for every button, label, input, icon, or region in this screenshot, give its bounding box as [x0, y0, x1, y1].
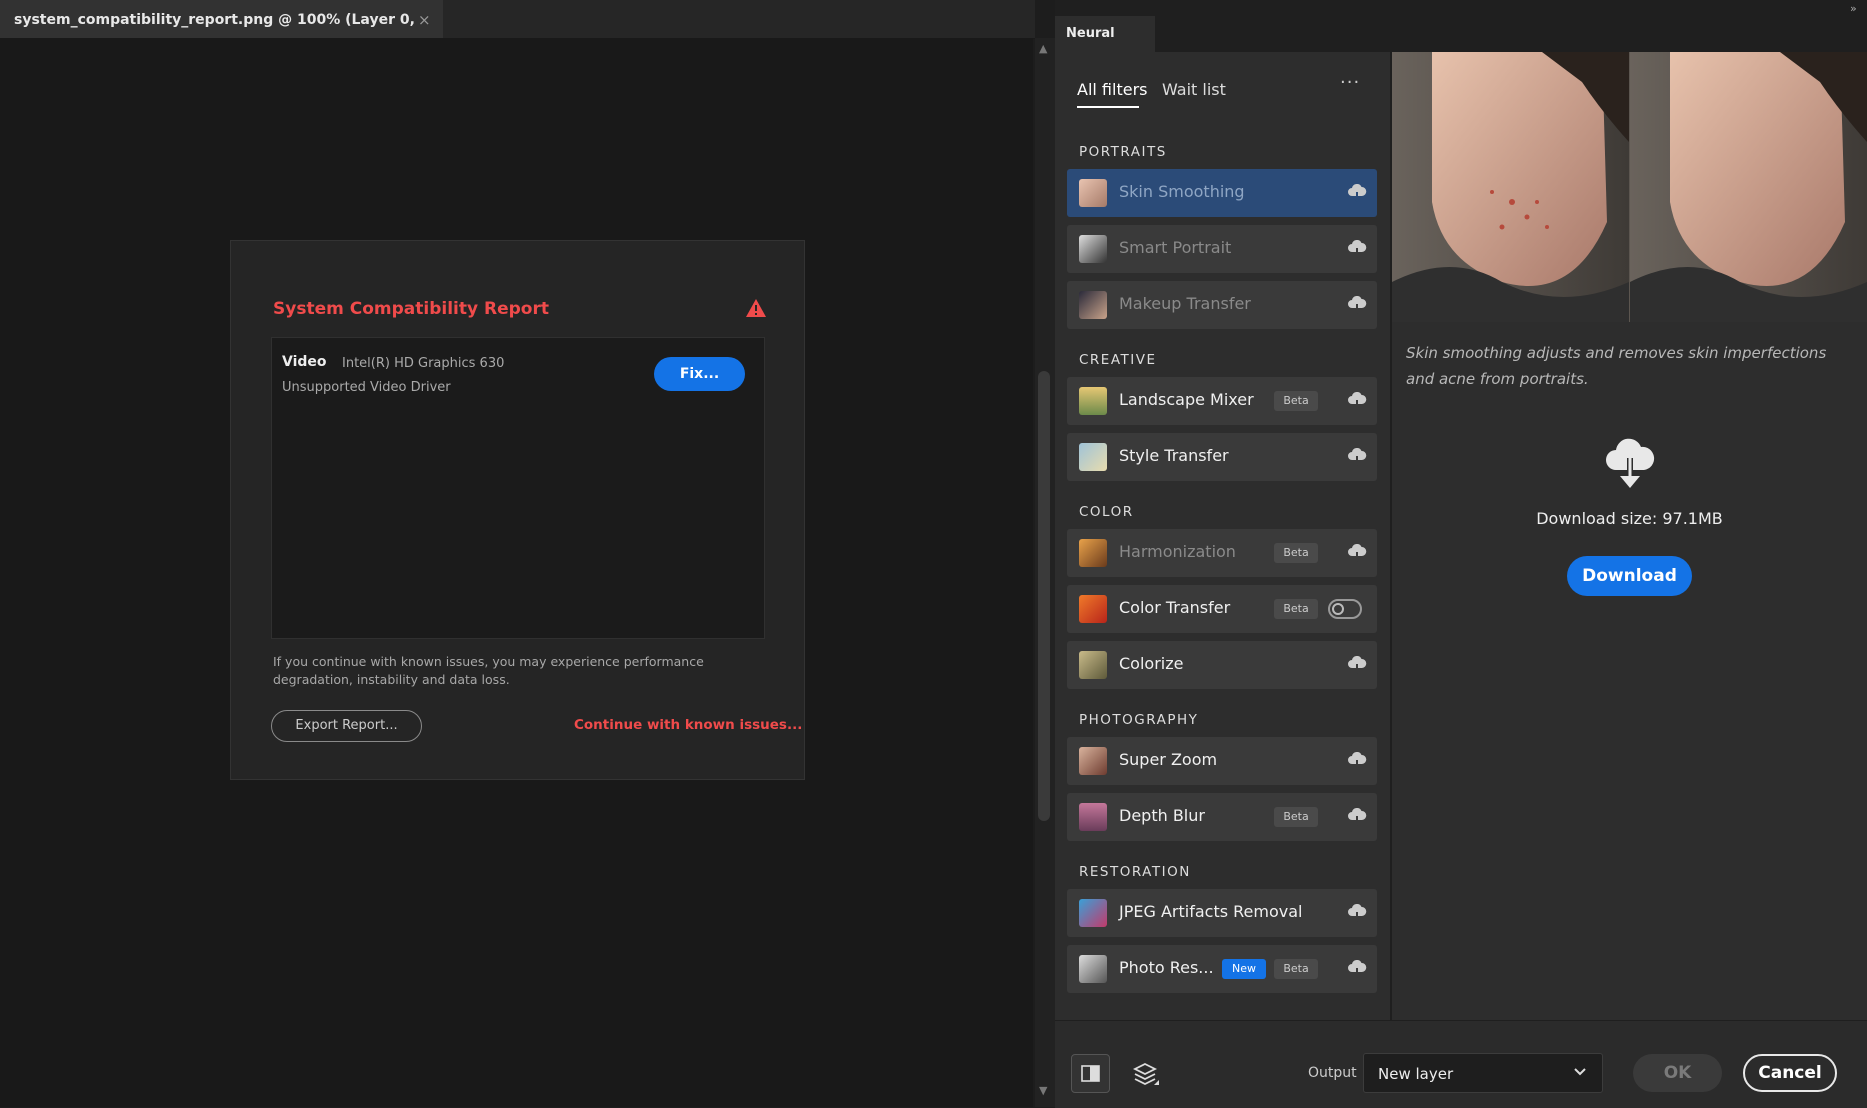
smart-portrait-thumbnail	[1079, 235, 1107, 263]
toggle-knob	[1332, 603, 1344, 615]
colorize-thumbnail	[1079, 651, 1107, 679]
filter-label: Makeup Transfer	[1119, 294, 1251, 313]
filter-row-color-transfer[interactable]: Color Transfer Beta	[1067, 585, 1377, 633]
continue-with-issues-link[interactable]: Continue with known issues...	[574, 717, 802, 733]
compatibility-dialog: System Compatibility Report Video Intel(…	[230, 240, 805, 780]
tab-all-filters[interactable]: All filters	[1077, 80, 1147, 99]
filter-label: Color Transfer	[1119, 598, 1231, 617]
filter-label: Landscape Mixer	[1119, 390, 1254, 409]
cloud-download-icon[interactable]	[1347, 808, 1367, 826]
filter-label: Super Zoom	[1119, 750, 1218, 769]
active-tab-indicator	[1077, 106, 1139, 108]
filter-row-smart-portrait[interactable]: Smart Portrait	[1067, 225, 1377, 273]
filter-label: Skin Smoothing	[1119, 182, 1245, 201]
export-report-button[interactable]: Export Report...	[271, 710, 422, 742]
filter-row-super-zoom[interactable]: Super Zoom	[1067, 737, 1377, 785]
cloud-download-icon[interactable]	[1347, 296, 1367, 314]
cloud-download-icon[interactable]	[1347, 448, 1367, 466]
new-badge: New	[1222, 959, 1266, 979]
cloud-download-icon[interactable]	[1347, 184, 1367, 202]
cancel-button[interactable]: Cancel	[1743, 1054, 1837, 1092]
cloud-download-icon[interactable]	[1347, 960, 1367, 978]
filter-row-colorize[interactable]: Colorize	[1067, 641, 1377, 689]
cloud-download-icon[interactable]	[1347, 656, 1367, 674]
cloud-download-icon[interactable]	[1347, 392, 1367, 410]
split-view-icon	[1081, 1065, 1100, 1082]
download-size: Download size: 97.1MB	[1536, 509, 1723, 528]
filter-label: Smart Portrait	[1119, 238, 1232, 257]
harmonization-thumbnail	[1079, 539, 1107, 567]
section-color: COLOR	[1079, 504, 1134, 520]
filter-row-harmonization[interactable]: Harmonization Beta	[1067, 529, 1377, 577]
scroll-up-icon[interactable]: ▲	[1039, 42, 1047, 55]
filter-label: Photo Res...	[1119, 958, 1214, 977]
filter-label: JPEG Artifacts Removal	[1119, 902, 1303, 921]
section-creative: CREATIVE	[1079, 352, 1157, 368]
beta-badge: Beta	[1274, 599, 1318, 619]
driver-status: Unsupported Video Driver	[282, 380, 451, 395]
scrollbar-thumb[interactable]	[1038, 371, 1050, 821]
skin-smoothing-thumbnail	[1079, 179, 1107, 207]
cloud-download-icon[interactable]	[1347, 904, 1367, 922]
depth-blur-thumbnail	[1079, 803, 1107, 831]
scroll-down-icon[interactable]: ▼	[1039, 1084, 1047, 1097]
download-button[interactable]: Download	[1567, 556, 1692, 596]
panel-header	[1055, 0, 1867, 52]
section-photography: PHOTOGRAPHY	[1079, 712, 1199, 728]
before-after-preview	[1392, 52, 1867, 322]
filter-label: Harmonization	[1119, 542, 1236, 561]
document-tab[interactable]: system_compatibility_report.png @ 100% (…	[0, 0, 443, 68]
filter-row-photo-restoration[interactable]: Photo Res... New Beta	[1067, 945, 1377, 993]
cloud-download-icon[interactable]	[1347, 544, 1367, 562]
issue-list: Video Intel(R) HD Graphics 630 Unsupport…	[271, 337, 765, 639]
beta-badge: Beta	[1274, 543, 1318, 563]
makeup-transfer-thumbnail	[1079, 291, 1107, 319]
ok-button[interactable]: OK	[1633, 1054, 1722, 1092]
super-zoom-thumbnail	[1079, 747, 1107, 775]
output-dropdown[interactable]: New layer	[1363, 1053, 1603, 1093]
neural-filters-panel-tab[interactable]: Neural Filters	[1055, 16, 1155, 77]
filter-label: Depth Blur	[1119, 806, 1205, 825]
more-options-icon[interactable]: ···	[1340, 72, 1360, 93]
cloud-download-icon	[1606, 438, 1655, 488]
vertical-scrollbar[interactable]: ▲ ▼	[1035, 38, 1055, 1107]
cloud-download-icon[interactable]	[1347, 752, 1367, 770]
close-tab-icon[interactable]: ×	[418, 0, 431, 40]
chevron-down-icon	[1574, 1068, 1586, 1076]
portrait-comparison-image	[1392, 52, 1867, 322]
beta-badge: Beta	[1274, 391, 1318, 411]
filter-label: Style Transfer	[1119, 446, 1229, 465]
show-preview-toggle[interactable]	[1071, 1054, 1110, 1093]
output-label: Output	[1308, 1065, 1357, 1081]
filter-row-skin-smoothing[interactable]: Skin Smoothing	[1067, 169, 1377, 217]
gpu-name: Intel(R) HD Graphics 630	[342, 356, 505, 371]
beta-badge: Beta	[1274, 959, 1318, 979]
layers-icon[interactable]	[1131, 1060, 1161, 1090]
section-portraits: PORTRAITS	[1079, 144, 1167, 160]
alert-triangle-icon	[746, 299, 766, 317]
dialog-warning-note: If you continue with known issues, you m…	[273, 654, 704, 687]
tab-wait-list[interactable]: Wait list	[1162, 80, 1226, 99]
dialog-title: System Compatibility Report	[273, 299, 549, 319]
cloud-download-icon[interactable]	[1347, 240, 1367, 258]
filter-row-landscape-mixer[interactable]: Landscape Mixer Beta	[1067, 377, 1377, 425]
filter-description: Skin smoothing adjusts and removes skin …	[1406, 344, 1827, 388]
section-restoration: RESTORATION	[1079, 864, 1191, 880]
landscape-mixer-thumbnail	[1079, 387, 1107, 415]
filter-row-depth-blur[interactable]: Depth Blur Beta	[1067, 793, 1377, 841]
filter-toggle-switch[interactable]	[1328, 599, 1362, 619]
photo-restoration-thumbnail	[1079, 955, 1107, 983]
filter-row-jpeg-artifacts-removal[interactable]: JPEG Artifacts Removal	[1067, 889, 1377, 937]
output-value: New layer	[1378, 1065, 1454, 1083]
fix-button[interactable]: Fix...	[654, 357, 745, 391]
filter-label: Colorize	[1119, 654, 1184, 673]
style-transfer-thumbnail	[1079, 443, 1107, 471]
filter-row-makeup-transfer[interactable]: Makeup Transfer	[1067, 281, 1377, 329]
beta-badge: Beta	[1274, 807, 1318, 827]
issue-category: Video	[282, 354, 327, 370]
jpeg-artifacts-thumbnail	[1079, 899, 1107, 927]
color-transfer-thumbnail	[1079, 595, 1107, 623]
collapse-panel-icon[interactable]: »	[1850, 2, 1857, 15]
filter-row-style-transfer[interactable]: Style Transfer	[1067, 433, 1377, 481]
